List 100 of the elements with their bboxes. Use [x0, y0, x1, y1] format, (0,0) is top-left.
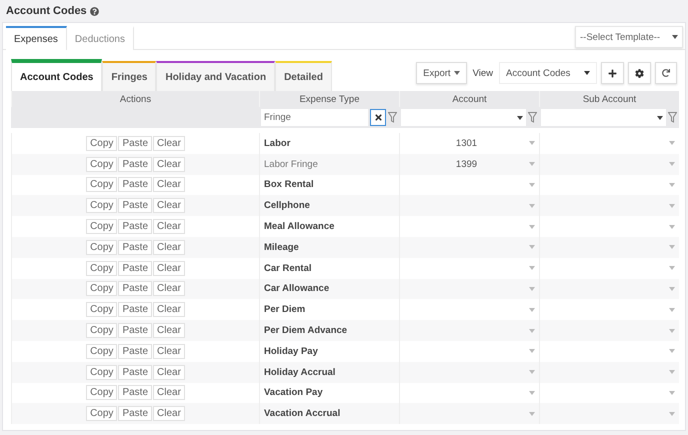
filter-field[interactable]: Fringe	[261, 109, 368, 126]
row-action-button[interactable]: Clear	[153, 323, 185, 338]
sub-tab[interactable]: Account Codes	[11, 59, 102, 91]
row-action-button[interactable]: Paste	[118, 364, 152, 380]
row-action-button[interactable]: Copy	[86, 364, 118, 380]
plus-icon	[608, 68, 617, 78]
view-select[interactable]: Account Codes	[499, 62, 597, 84]
account-select[interactable]: 1399	[399, 154, 539, 175]
row-action-button[interactable]: Copy	[86, 198, 118, 214]
account-select[interactable]	[399, 403, 539, 424]
filter-icon[interactable]	[528, 112, 537, 123]
sub-account-select[interactable]	[539, 382, 679, 404]
add-button[interactable]	[601, 62, 624, 84]
row-action-button[interactable]: Paste	[118, 323, 152, 338]
clear-filter-button[interactable]	[370, 109, 386, 126]
settings-icon	[635, 68, 644, 78]
sub-account-select[interactable]	[539, 154, 679, 175]
row-action-button[interactable]: Clear	[153, 177, 185, 192]
sub-account-select[interactable]	[539, 403, 679, 424]
row-action-button[interactable]: Clear	[153, 364, 185, 380]
help-icon[interactable]	[90, 6, 99, 16]
expense-type: Vacation Accrual	[264, 408, 340, 420]
account-select[interactable]	[399, 382, 539, 404]
expense-type: Mileage	[264, 242, 299, 253]
row-action-button[interactable]: Copy	[86, 260, 118, 276]
column-header: Expense Type	[259, 91, 399, 107]
filter-icon[interactable]	[388, 112, 397, 123]
row-action-button[interactable]: Clear	[153, 136, 185, 151]
row-action-button[interactable]: Copy	[86, 240, 118, 255]
row-action-button[interactable]: Clear	[153, 198, 185, 214]
row-action-button[interactable]: Clear	[153, 240, 185, 255]
row-action-button[interactable]: Paste	[118, 156, 152, 172]
sub-tab[interactable]: Holiday and Vacation	[156, 61, 276, 91]
tab[interactable]: Expenses	[6, 26, 67, 50]
sub-account-select[interactable]	[539, 320, 679, 341]
row-action-button[interactable]: Paste	[118, 302, 152, 318]
expense-type: Car Rental	[264, 262, 312, 274]
row-action-button[interactable]: Paste	[118, 344, 152, 359]
row-action-button[interactable]: Paste	[118, 281, 152, 296]
column-header: Account	[399, 91, 539, 107]
settings-button[interactable]	[628, 62, 651, 84]
sub-account-select[interactable]	[539, 174, 679, 196]
row-action-button[interactable]: Copy	[86, 219, 118, 234]
row-action-button[interactable]: Paste	[118, 177, 152, 192]
row-action-button[interactable]: Clear	[153, 302, 185, 318]
row-action-button[interactable]: Paste	[118, 406, 152, 422]
row-action-button[interactable]: Copy	[86, 156, 118, 172]
export-button[interactable]: Export	[416, 62, 467, 84]
row-action-button[interactable]: Paste	[118, 136, 152, 151]
tab[interactable]: Deductions	[66, 26, 134, 50]
sub-tab[interactable]: Fringes	[102, 61, 156, 91]
row-action-button[interactable]: Clear	[153, 219, 185, 234]
expense-type: Box Rental	[264, 179, 314, 190]
account-select[interactable]	[399, 362, 539, 383]
column-header: Actions	[11, 91, 259, 107]
row-action-button[interactable]: Copy	[86, 406, 118, 422]
row-action-button[interactable]: Clear	[153, 156, 185, 172]
row-action-button[interactable]: Clear	[153, 260, 185, 276]
sub-tab[interactable]: Detailed	[275, 61, 332, 91]
row-action-button[interactable]: Copy	[86, 385, 118, 400]
row-action-button[interactable]: Paste	[118, 385, 152, 400]
filter-icon[interactable]	[668, 112, 677, 123]
expense-type: Holiday Pay	[264, 346, 318, 357]
row-action-button[interactable]: Copy	[86, 281, 118, 296]
expense-type: Car Allowance	[264, 283, 330, 294]
expense-type: Cellphone	[264, 200, 310, 212]
row-action-button[interactable]: Clear	[153, 406, 185, 422]
row-action-button[interactable]: Copy	[86, 344, 118, 359]
refresh-button[interactable]	[655, 62, 677, 84]
sub-account-select[interactable]	[539, 236, 679, 258]
row-action-button[interactable]: Copy	[86, 136, 118, 151]
row-action-button[interactable]: Copy	[86, 177, 118, 192]
expense-type: Vacation Pay	[264, 387, 323, 398]
expense-type: Holiday Accrual	[264, 366, 336, 378]
account-select[interactable]	[399, 320, 539, 341]
account-select[interactable]	[399, 195, 539, 216]
expense-type: Per Diem	[264, 304, 306, 316]
view-label: View	[472, 68, 493, 78]
row-action-button[interactable]: Clear	[153, 281, 185, 296]
row-action-button[interactable]: Clear	[153, 385, 185, 400]
sub-account-select[interactable]	[539, 278, 679, 300]
close-icon	[374, 113, 382, 122]
row-action-button[interactable]: Paste	[118, 260, 152, 276]
template-select[interactable]: --Select Template--	[575, 26, 683, 48]
row-action-button[interactable]: Clear	[153, 344, 185, 359]
expense-type: Labor	[264, 138, 290, 149]
row-action-button[interactable]: Paste	[118, 198, 152, 214]
row-action-button[interactable]: Paste	[118, 219, 152, 234]
sub-account-select[interactable]	[539, 195, 679, 216]
account-select[interactable]	[399, 174, 539, 196]
account-select[interactable]	[399, 236, 539, 258]
sub-account-select[interactable]	[539, 362, 679, 383]
expense-type: Labor Fringe	[264, 158, 318, 170]
row-action-button[interactable]: Paste	[118, 240, 152, 255]
account-select[interactable]	[399, 278, 539, 300]
expense-type: Meal Allowance	[264, 221, 334, 232]
row-action-button[interactable]: Copy	[86, 323, 118, 338]
row-action-button[interactable]: Copy	[86, 302, 118, 318]
refresh-icon	[662, 69, 670, 77]
expense-type: Per Diem Advance	[264, 325, 348, 336]
